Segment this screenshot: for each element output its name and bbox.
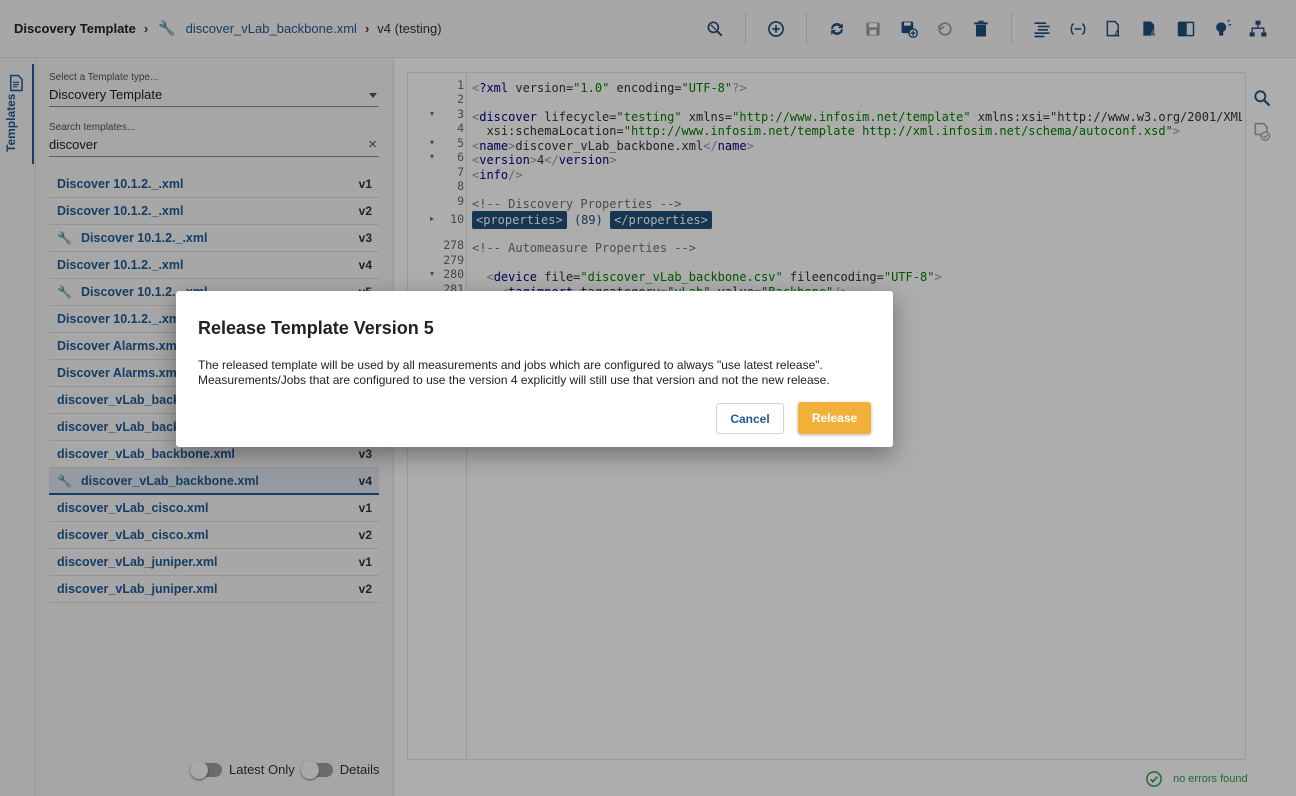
release-dialog: Release Template Version 5 The released … (176, 291, 893, 447)
cancel-button[interactable]: Cancel (716, 403, 784, 434)
app: Discovery Template › 🔧 discover_vLab_bac… (0, 0, 1296, 796)
dialog-body: The released template will be used by al… (198, 358, 878, 388)
dialog-line-1: The released template will be used by al… (198, 358, 823, 372)
dialog-title: Release Template Version 5 (198, 318, 434, 338)
dialog-line-2: Measurements/Jobs that are configured to… (198, 373, 830, 387)
release-button[interactable]: Release (798, 402, 871, 434)
